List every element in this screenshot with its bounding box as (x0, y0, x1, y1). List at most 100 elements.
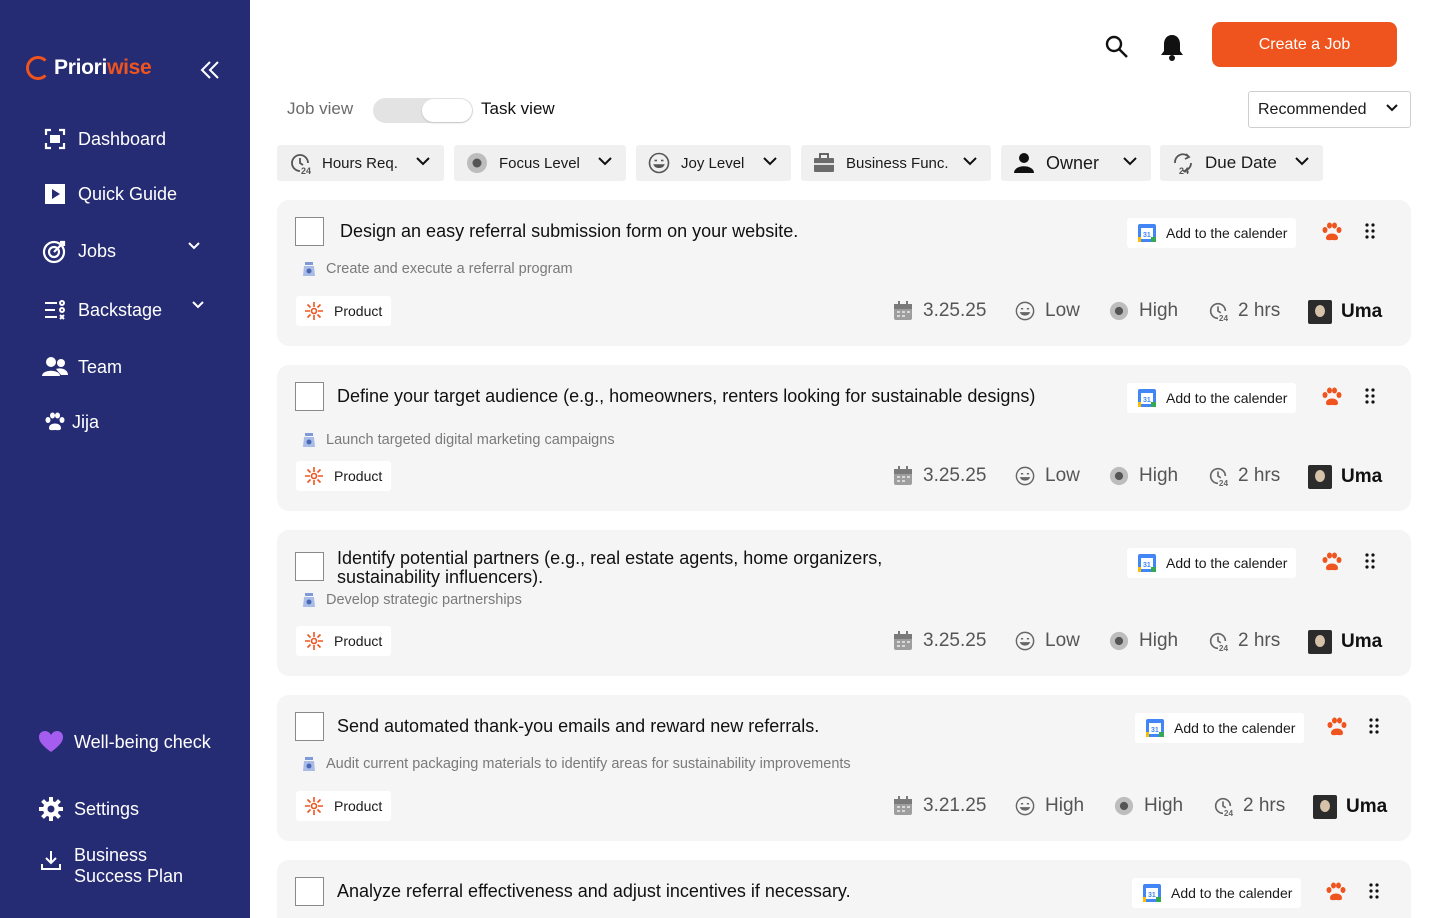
sidebar-item-team[interactable]: Team (42, 354, 122, 380)
sidebar-item-label: Jija (72, 411, 100, 432)
create-job-button[interactable]: Create a Job (1212, 22, 1397, 67)
paw-icon[interactable] (1326, 717, 1348, 737)
heart-icon (38, 729, 64, 755)
add-to-calendar-button[interactable]: 31 Add to the calender (1127, 548, 1297, 578)
avatar (1308, 300, 1332, 324)
tag-label: Product (334, 468, 383, 484)
add-to-calendar-button[interactable]: 31 Add to the calender (1135, 713, 1305, 743)
filter-label: Joy Level (681, 154, 745, 172)
add-to-calendar-label: Add to the calender (1166, 225, 1288, 241)
sidebar-item-label: Quick Guide (78, 183, 178, 204)
clock-24-icon: 24 (1207, 300, 1229, 322)
hours-required: 24 2 hrs (1207, 465, 1280, 487)
toggle-knob (422, 99, 472, 122)
task-title: Analyze referral effectiveness and adjus… (337, 881, 851, 901)
logo[interactable]: Prioriwise (26, 56, 152, 80)
svg-text:24: 24 (1219, 314, 1229, 322)
collapse-sidebar-button[interactable] (198, 58, 222, 82)
filter-label: Business Func. (846, 154, 949, 172)
drag-handle-icon[interactable] (1369, 718, 1379, 734)
hours-required: 24 2 hrs (1212, 795, 1285, 817)
due-date: 3.21.25 (892, 795, 986, 817)
due-date-value: 3.25.25 (923, 465, 987, 486)
notifications-button[interactable] (1159, 33, 1185, 61)
calendar-icon (892, 465, 914, 487)
sidebar-item-backstage[interactable]: Backstage (42, 297, 204, 323)
sidebar-item-label: Success Plan (74, 866, 184, 886)
business-function-tag: Product (296, 791, 392, 821)
filter-due-date[interactable]: 24 Due Date (1160, 145, 1323, 181)
joy-level: Low (1014, 465, 1080, 487)
avatar (1313, 795, 1337, 819)
sidebar-item-jija[interactable]: Jija (42, 409, 99, 435)
job-jar-icon (301, 756, 317, 772)
task-checkbox[interactable] (295, 217, 324, 246)
add-to-calendar-button[interactable]: 31 Add to the calender (1127, 218, 1297, 248)
drag-handle-icon[interactable] (1365, 223, 1375, 239)
calendar-icon (892, 630, 914, 652)
paw-icon[interactable] (1321, 552, 1343, 572)
task-card[interactable]: Send automated thank-you emails and rewa… (277, 695, 1411, 841)
sunburst-icon (305, 302, 323, 320)
hours-value: 2 hrs (1238, 630, 1281, 651)
job-jar-icon (301, 592, 317, 608)
task-checkbox[interactable] (295, 552, 324, 581)
focus-dot-icon (1108, 465, 1130, 487)
due-date-value: 3.25.25 (923, 630, 987, 651)
sidebar-item-business-plan[interactable]: Business Success Plan (38, 845, 183, 887)
sidebar-item-label: Team (78, 356, 123, 377)
svg-text:31: 31 (1143, 232, 1151, 239)
paw-icon[interactable] (1325, 882, 1347, 902)
sidebar-item-dashboard[interactable]: Dashboard (42, 126, 166, 152)
google-calendar-icon: 31 (1143, 884, 1161, 902)
filter-joy-level[interactable]: Joy Level (636, 145, 791, 181)
filter-label: Owner (1046, 152, 1100, 173)
owner[interactable]: Uma (1308, 300, 1382, 324)
focus-level-value: High (1139, 630, 1179, 651)
drag-handle-icon[interactable] (1365, 388, 1375, 404)
sidebar-item-jobs[interactable]: Jobs (42, 238, 200, 264)
google-calendar-icon: 31 (1138, 554, 1156, 572)
filter-focus-level[interactable]: Focus Level (454, 145, 626, 181)
drag-handle-icon[interactable] (1369, 883, 1379, 899)
owner-name: Uma (1341, 466, 1383, 487)
business-function-tag: Product (296, 461, 392, 491)
task-checkbox[interactable] (295, 712, 324, 741)
filter-business-func[interactable]: Business Func. (801, 145, 991, 181)
focus-level-value: High (1139, 465, 1179, 486)
task-title: Send automated thank-you emails and rewa… (337, 716, 820, 736)
owner[interactable]: Uma (1313, 795, 1387, 819)
sidebar-item-quick-guide[interactable]: Quick Guide (42, 181, 177, 207)
sidebar-item-wellbeing[interactable]: Well-being check (38, 729, 211, 755)
due-date-value: 3.21.25 (923, 795, 987, 816)
task-card[interactable]: Design an easy referral submission form … (277, 200, 1411, 346)
chevron-down-icon (1386, 104, 1398, 112)
add-to-calendar-button[interactable]: 31 Add to the calender (1127, 383, 1297, 413)
sort-select[interactable]: Recommended (1248, 91, 1411, 128)
paw-icon[interactable] (1321, 387, 1343, 407)
task-job-label: Audit current packaging materials to ide… (326, 756, 851, 772)
drag-handle-icon[interactable] (1365, 553, 1375, 569)
task-card[interactable]: Define your target audience (e.g., homeo… (277, 365, 1411, 511)
filter-hours-req[interactable]: 24 Hours Req. (277, 145, 444, 181)
task-job: Create and execute a referral program (301, 261, 573, 277)
clock-24-icon: 24 (1207, 465, 1229, 487)
sidebar-item-settings[interactable]: Settings (38, 796, 139, 822)
search-button[interactable] (1104, 34, 1130, 60)
add-to-calendar-button[interactable]: 31 Add to the calender (1132, 878, 1302, 908)
task-card[interactable]: Identify potential partners (e.g., real … (277, 530, 1411, 676)
view-toggle[interactable] (373, 98, 473, 123)
chevron-down-icon (1295, 157, 1309, 166)
add-to-calendar-label: Add to the calender (1166, 390, 1288, 406)
owner[interactable]: Uma (1308, 465, 1382, 489)
download-icon (38, 847, 64, 873)
task-checkbox[interactable] (295, 382, 324, 411)
owner[interactable]: Uma (1308, 630, 1382, 654)
focus-dot-icon (465, 151, 489, 175)
chevron-down-icon (416, 157, 430, 166)
hours-value: 2 hrs (1238, 300, 1281, 321)
filter-owner[interactable]: Owner (1001, 145, 1151, 181)
task-card[interactable]: Analyze referral effectiveness and adjus… (277, 860, 1411, 918)
paw-icon[interactable] (1321, 222, 1343, 242)
task-checkbox[interactable] (295, 877, 324, 906)
